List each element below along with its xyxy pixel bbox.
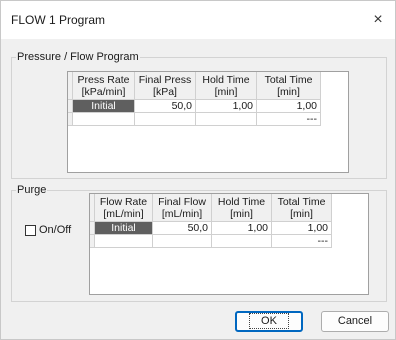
- column-header-total-time: Total Time [min]: [272, 194, 332, 222]
- purge-onoff-checkbox[interactable]: On/Off: [25, 224, 71, 236]
- table-cell[interactable]: 1,00: [257, 100, 321, 113]
- purge-onoff-label: On/Off: [39, 224, 72, 236]
- checkbox-box[interactable]: [25, 224, 36, 236]
- window-title: FLOW 1 Program: [11, 13, 106, 27]
- cancel-button[interactable]: Cancel: [321, 311, 389, 332]
- table-cell[interactable]: Initial: [95, 222, 153, 235]
- pressure-flow-legend: Pressure / Flow Program: [17, 51, 139, 63]
- table-cell[interactable]: Initial: [73, 100, 135, 113]
- pressure-program-grid[interactable]: Press Rate [kPa/min] Final Press [kPa] Hol…: [67, 71, 349, 173]
- column-header-press-rate: Press Rate [kPa/min]: [73, 72, 135, 100]
- table-cell[interactable]: 50,0: [135, 100, 196, 113]
- purge-program-grid[interactable]: Flow Rate [mL/min] Final Flow [mL/min] Hol…: [89, 193, 369, 295]
- table-cell[interactable]: [95, 235, 153, 248]
- flow-program-dialog: FLOW 1 Program × Pressure / Flow Program…: [0, 0, 396, 340]
- column-header-final-flow: Final Flow [mL/min]: [153, 194, 212, 222]
- purge-legend: Purge: [17, 184, 47, 196]
- column-header-hold-time: Hold Time [min]: [212, 194, 272, 222]
- close-icon[interactable]: ×: [367, 9, 389, 31]
- table-cell[interactable]: [135, 113, 196, 126]
- column-header-total-time: Total Time [min]: [257, 72, 321, 100]
- table-cell[interactable]: 1,00: [272, 222, 332, 235]
- column-header-hold-time: Hold Time [min]: [196, 72, 257, 100]
- table-cell[interactable]: ---: [257, 113, 321, 126]
- column-header-flow-rate: Flow Rate [mL/min]: [95, 194, 153, 222]
- table-cell[interactable]: ---: [272, 235, 332, 248]
- table-cell[interactable]: [153, 235, 212, 248]
- table-cell[interactable]: [212, 235, 272, 248]
- table-cell[interactable]: 1,00: [212, 222, 272, 235]
- column-header-final-press: Final Press [kPa]: [135, 72, 196, 100]
- ok-button[interactable]: OK: [235, 311, 303, 332]
- title-bar: FLOW 1 Program ×: [1, 1, 395, 39]
- table-cell[interactable]: 50,0: [153, 222, 212, 235]
- ok-button-label: OK: [249, 313, 289, 329]
- table-cell[interactable]: [73, 113, 135, 126]
- table-cell[interactable]: 1,00: [196, 100, 257, 113]
- table-cell[interactable]: [196, 113, 257, 126]
